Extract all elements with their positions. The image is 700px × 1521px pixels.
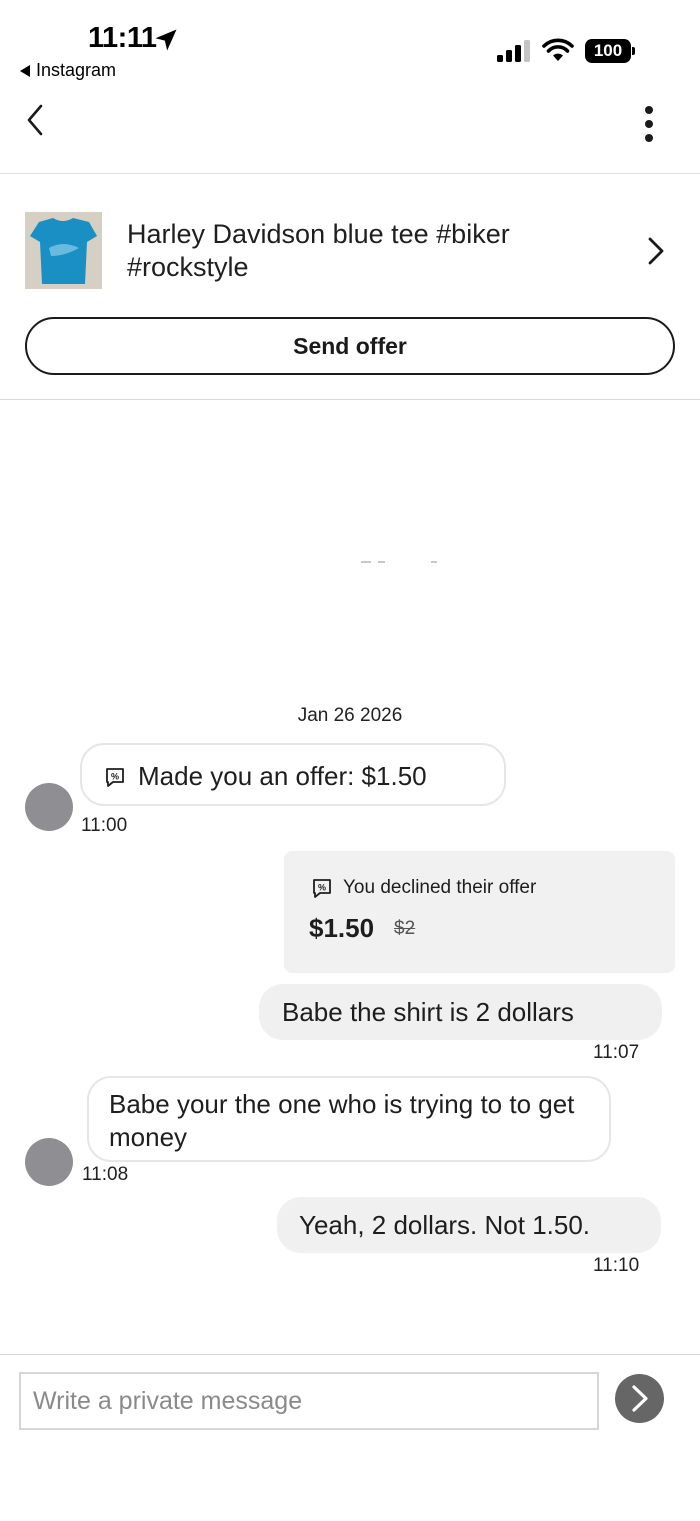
offer-price: $1.50 — [309, 913, 375, 943]
battery-level: 100 — [585, 39, 631, 63]
status-bar: 11:11 Instagram 100 — [0, 0, 700, 90]
message-time: 11:00 — [81, 815, 128, 836]
faint-mark — [361, 561, 371, 563]
battery-icon: 100 — [585, 39, 635, 63]
back-app-label: Instagram — [36, 60, 117, 80]
send-offer-button[interactable]: Send offer — [25, 317, 675, 375]
chevron-right-icon[interactable] — [643, 234, 669, 268]
date-separator: Jan 26 2026 — [297, 705, 403, 726]
incoming-offer-text: Made you an offer: $1.50 — [138, 761, 427, 791]
incoming-message-bubble[interactable]: Babe your the one who is trying to to ge… — [87, 1076, 611, 1162]
chevron-right-icon — [632, 1385, 648, 1412]
location-arrow-icon — [155, 29, 177, 51]
svg-text:%: % — [111, 772, 119, 782]
avatar[interactable] — [25, 1138, 73, 1186]
original-price: $2 — [394, 918, 416, 939]
nav-bar — [0, 90, 700, 174]
battery-nub — [632, 47, 635, 55]
outgoing-message-bubble[interactable]: Babe the shirt is 2 dollars — [259, 984, 662, 1040]
outgoing-message-bubble[interactable]: Yeah, 2 dollars. Not 1.50. — [277, 1197, 661, 1253]
message-time: 11:07 — [593, 1042, 640, 1063]
back-triangle-icon — [20, 64, 30, 77]
declined-offer-card[interactable]: % You declined their offer $1.50 $2 — [284, 851, 675, 973]
avatar[interactable] — [25, 783, 73, 831]
message-composer — [0, 1354, 700, 1521]
offer-tag-icon: % — [106, 768, 124, 787]
message-time: 11:10 — [593, 1255, 640, 1276]
status-time: 11:11 — [88, 22, 157, 54]
incoming-offer-bubble[interactable]: % Made you an offer: $1.50 — [80, 743, 506, 806]
send-button[interactable] — [615, 1374, 664, 1423]
faint-mark — [378, 561, 385, 563]
back-to-app-link[interactable]: Instagram — [20, 60, 116, 81]
cellular-signal-icon — [497, 40, 530, 62]
chevron-left-icon[interactable] — [20, 100, 54, 140]
wifi-icon — [542, 38, 574, 61]
listing-header: Harley Davidson blue tee #biker #rocksty… — [0, 174, 700, 400]
faint-mark — [431, 561, 437, 563]
listing-thumbnail[interactable] — [25, 212, 102, 289]
tshirt-image-icon — [25, 212, 102, 289]
declined-offer-header: % You declined their offer — [311, 877, 536, 899]
declined-offer-text: You declined their offer — [343, 877, 537, 898]
message-input[interactable] — [19, 1372, 599, 1430]
message-time: 11:08 — [82, 1164, 129, 1185]
svg-text:%: % — [318, 883, 326, 893]
more-vertical-icon[interactable] — [632, 104, 666, 148]
offer-tag-icon: % — [313, 879, 331, 898]
listing-title[interactable]: Harley Davidson blue tee #biker #rocksty… — [127, 218, 597, 284]
